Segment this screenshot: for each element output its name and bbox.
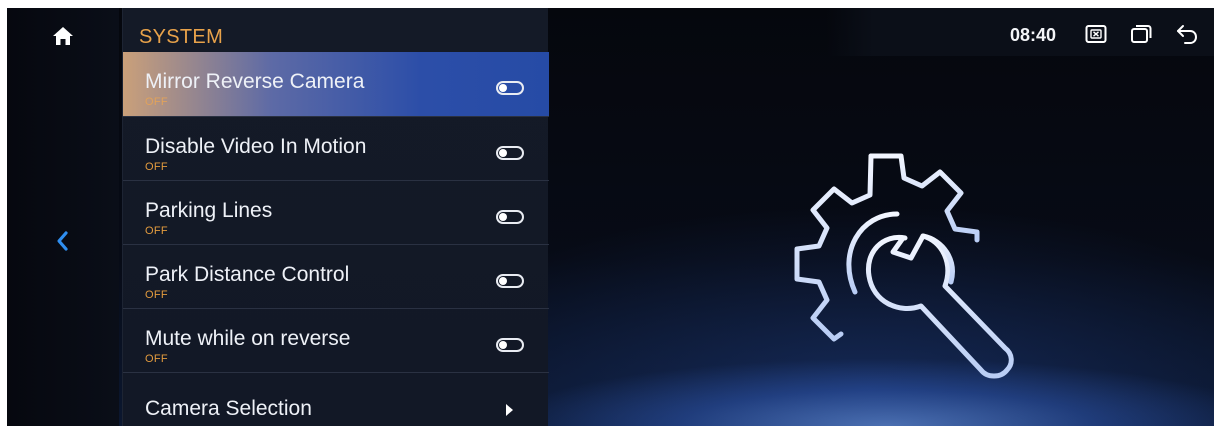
home-icon[interactable] (49, 22, 77, 50)
settings-panel: SYSTEM Mirror Reverse Camera OFF Disable… (122, 8, 549, 426)
park-distance-control-toggle[interactable] (496, 274, 524, 288)
disable-video-in-motion-toggle[interactable] (496, 146, 524, 160)
setting-row-mirror-reverse-camera[interactable]: Mirror Reverse Camera OFF (123, 52, 549, 117)
setting-row-park-distance-control[interactable]: Park Distance Control OFF (123, 245, 549, 309)
toggle-knob (499, 149, 507, 157)
mute-while-on-reverse-toggle[interactable] (496, 338, 524, 352)
toggle-knob (499, 277, 507, 285)
setting-label: Mute while on reverse (145, 327, 351, 350)
setting-row-disable-video-in-motion[interactable]: Disable Video In Motion OFF (123, 117, 549, 181)
settings-gear-wrench-icon (794, 153, 1014, 379)
toggle-knob (499, 84, 507, 92)
setting-label: Mirror Reverse Camera (145, 70, 365, 93)
parking-lines-toggle[interactable] (496, 210, 524, 224)
setting-label: Disable Video In Motion (145, 135, 367, 158)
screen: SYSTEM Mirror Reverse Camera OFF Disable… (7, 8, 1214, 426)
setting-value: OFF (145, 225, 168, 237)
return-icon[interactable] (1175, 22, 1199, 46)
setting-value: OFF (145, 353, 168, 365)
clock: 08:40 (1010, 25, 1057, 45)
recent-apps-icon[interactable] (1129, 22, 1153, 46)
toggle-knob (499, 341, 507, 349)
mirror-reverse-camera-toggle[interactable] (496, 81, 524, 95)
setting-label: Camera Selection (145, 397, 312, 420)
settings-list: Mirror Reverse Camera OFF Disable Video … (123, 52, 549, 426)
chevron-right-icon (503, 403, 515, 417)
chevron-left-icon[interactable] (51, 226, 73, 256)
close-window-icon[interactable] (1084, 22, 1108, 46)
setting-row-mute-while-on-reverse[interactable]: Mute while on reverse OFF (123, 309, 549, 373)
setting-row-parking-lines[interactable]: Parking Lines OFF (123, 181, 549, 245)
setting-value: OFF (145, 161, 168, 173)
panel-title: SYSTEM (139, 26, 224, 48)
setting-label: Parking Lines (145, 199, 273, 222)
setting-value: OFF (145, 289, 168, 301)
toggle-knob (499, 213, 507, 221)
setting-value: OFF (145, 96, 168, 108)
setting-row-camera-selection[interactable]: Camera Selection (123, 373, 549, 426)
setting-label: Park Distance Control (145, 263, 350, 286)
left-rail (7, 8, 119, 426)
